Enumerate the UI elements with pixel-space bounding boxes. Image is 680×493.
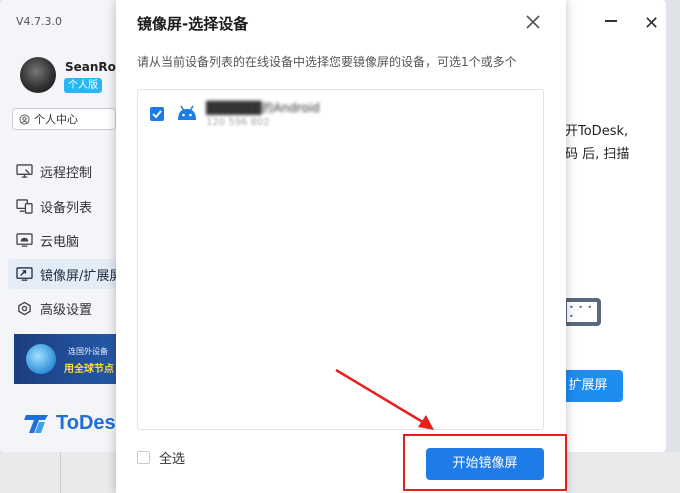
select-all-label: 全选 — [159, 452, 186, 467]
globe-icon — [26, 344, 56, 374]
highlight-box — [403, 434, 567, 491]
device-id: 120 596 802 — [206, 117, 270, 128]
background-instruction-line2: 码 后, 扫描 — [565, 147, 630, 162]
close-icon[interactable] — [523, 12, 543, 32]
avatar[interactable] — [20, 57, 56, 93]
sidebar-item-cloud-pc[interactable]: 云电脑 — [8, 225, 118, 255]
background-instruction-line1: 开ToDesk, — [565, 124, 629, 139]
device-list-icon — [16, 198, 33, 214]
sidebar-item-label: 云电脑 — [40, 234, 80, 250]
sidebar-item-remote-control[interactable]: 远程控制 — [8, 156, 118, 186]
sidebar-item-mirror-screen[interactable]: 镜像屏/扩展屏 — [8, 259, 118, 289]
mirror-select-device-dialog: 镜像屏-选择设备 请从当前设备列表的在线设备中选择您要镜像屏的设备，可选1个或多… — [116, 0, 566, 493]
window-close-button[interactable]: ✕ — [644, 15, 659, 33]
version-label: V4.7.3.0 — [16, 15, 63, 28]
mirror-screen-icon — [16, 266, 33, 281]
sidebar-item-label: 镜像屏/扩展屏 — [40, 268, 118, 284]
minimize-button[interactable] — [605, 20, 617, 22]
user-icon — [19, 113, 30, 125]
sidebar-item-label: 设备列表 — [40, 200, 93, 216]
device-list: ██████的Android 120 596 802 — [137, 89, 544, 430]
promo-line2: 用全球节点 — [64, 364, 114, 375]
sidebar-item-device-list[interactable]: 设备列表 — [8, 191, 118, 221]
checkbox-box[interactable] — [137, 451, 150, 464]
promo-banner[interactable]: 连国外设备 用全球节点 — [14, 334, 118, 384]
personal-center-label: 个人中心 — [34, 113, 78, 126]
sidebar: V4.7.3.0 SeanRow 个人版 个人中心 远程控制 设备列表 云电脑 … — [0, 0, 127, 452]
dialog-title: 镜像屏-选择设备 — [137, 15, 249, 33]
select-all-checkbox[interactable]: 全选 — [137, 448, 185, 467]
sidebar-item-label: 高级设置 — [40, 302, 93, 318]
cloud-pc-icon — [16, 232, 33, 247]
dialog-description: 请从当前设备列表的在线设备中选择您要镜像屏的设备，可选1个或多个 — [137, 55, 517, 69]
personal-center-button[interactable]: 个人中心 — [12, 108, 116, 130]
todesk-logo: ToDesk — [24, 412, 127, 435]
device-checkbox[interactable] — [150, 107, 164, 121]
promo-line1: 连国外设备 — [68, 347, 108, 356]
remote-control-icon — [16, 163, 33, 178]
device-name: ██████的Android — [206, 101, 320, 115]
divider — [60, 452, 61, 493]
sidebar-item-label: 远程控制 — [40, 165, 93, 181]
todesk-logo-icon — [24, 414, 48, 433]
settings-icon — [18, 301, 31, 315]
android-icon — [178, 105, 196, 120]
edition-badge: 个人版 — [64, 78, 102, 93]
sidebar-item-advanced-settings[interactable]: 高级设置 — [8, 293, 118, 323]
device-illustration-icon — [563, 298, 601, 326]
